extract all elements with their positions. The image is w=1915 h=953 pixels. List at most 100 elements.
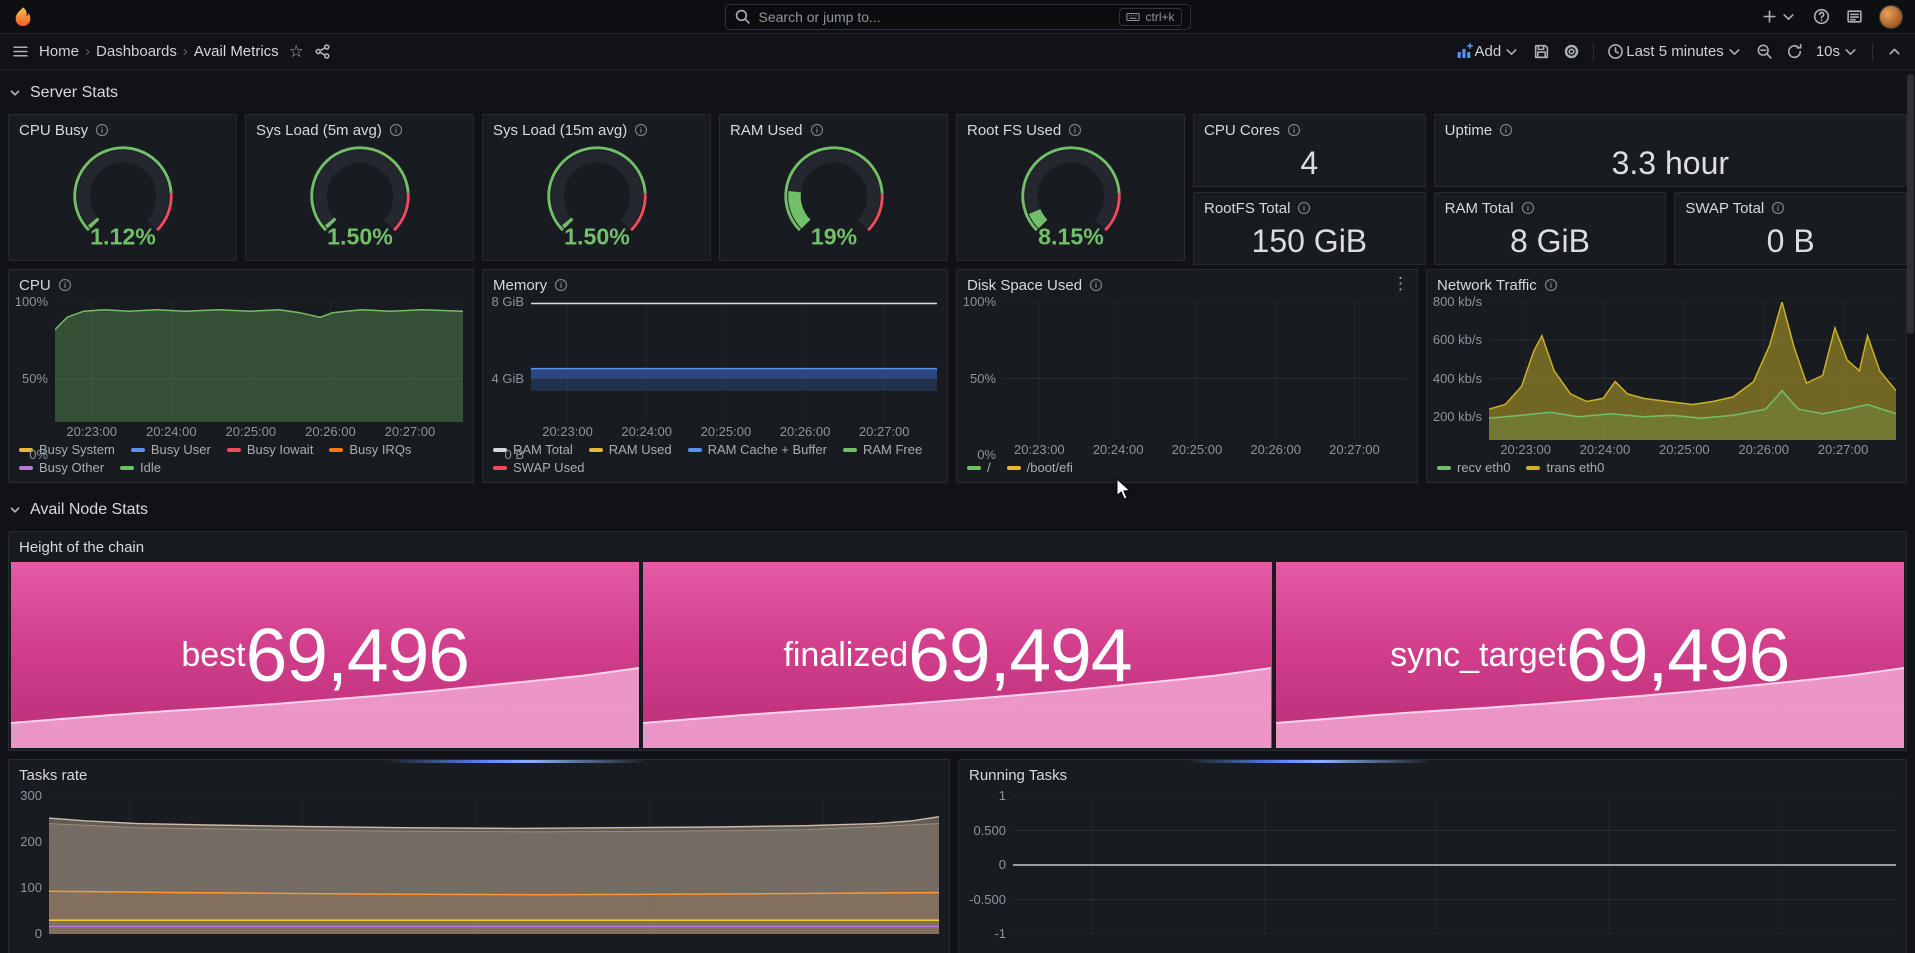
panel-title[interactable]: Uptime — [1445, 122, 1493, 139]
panel-title[interactable]: RootFS Total — [1204, 200, 1290, 217]
y-axis-label: 100% — [963, 294, 996, 309]
chain-stat-value: 69,496 — [1566, 612, 1789, 698]
panel-title[interactable]: Root FS Used — [967, 122, 1061, 139]
y-axis-label: 0 — [999, 857, 1006, 872]
info-icon[interactable] — [1068, 123, 1082, 137]
panel-title[interactable]: Running Tasks — [969, 767, 1067, 784]
favorite-star-icon[interactable]: ☆ — [289, 42, 304, 62]
info-icon[interactable] — [554, 278, 568, 292]
info-icon[interactable] — [95, 123, 109, 137]
collapse-toolbar-icon[interactable] — [1886, 43, 1903, 60]
legend-item[interactable]: /boot/efi — [1007, 460, 1073, 475]
legend-item[interactable]: Busy Iowait — [227, 442, 313, 457]
panel-title[interactable]: Height of the chain — [19, 539, 144, 556]
panel-title[interactable]: Disk Space Used — [967, 277, 1082, 294]
info-icon[interactable] — [1287, 123, 1301, 137]
x-axis-label: 20:26:00 — [1738, 442, 1789, 457]
save-dashboard-icon[interactable] — [1533, 43, 1550, 60]
legend-item[interactable]: Busy Other — [19, 460, 104, 475]
search-input[interactable] — [759, 9, 1112, 25]
user-avatar[interactable] — [1879, 5, 1903, 29]
info-icon[interactable] — [1544, 278, 1558, 292]
legend-item[interactable]: SWAP Used — [493, 460, 585, 475]
legend-item[interactable]: trans eth0 — [1526, 460, 1604, 475]
info-icon[interactable] — [389, 123, 403, 137]
y-axis-label: 4 GiB — [491, 371, 524, 386]
panel-title[interactable]: Sys Load (15m avg) — [493, 122, 627, 139]
panel-title[interactable]: CPU — [19, 277, 51, 294]
scrollbar-thumb[interactable] — [1907, 74, 1914, 334]
panel-title[interactable]: Memory — [493, 277, 547, 294]
panel-title[interactable]: Sys Load (5m avg) — [256, 122, 382, 139]
x-axis-label: 20:24:00 — [1580, 442, 1631, 457]
search-bar[interactable]: ctrl+k — [725, 4, 1191, 30]
grafana-logo-icon[interactable] — [12, 6, 34, 28]
panel-memory: Memory 8 GiB4 GiB0 B 20:23:0020:24:0020:… — [482, 269, 948, 483]
chart-legend: RAM TotalRAM UsedRAM Cache + BufferRAM F… — [483, 441, 947, 482]
legend-item[interactable]: Busy User — [131, 442, 211, 457]
breadcrumb-item[interactable]: Dashboards — [96, 43, 177, 60]
chevron-down-icon — [1503, 43, 1520, 60]
chevron-down-icon — [1842, 43, 1859, 60]
disk-chart[interactable] — [1003, 302, 1407, 440]
legend-item[interactable]: RAM Cache + Buffer — [688, 442, 827, 457]
chain-stat-label: finalized — [783, 636, 908, 675]
info-icon[interactable] — [1297, 201, 1311, 215]
panel-title[interactable]: CPU Busy — [19, 122, 88, 139]
clock-icon — [1607, 43, 1624, 60]
tasks-rate-chart[interactable] — [49, 796, 939, 934]
help-icon[interactable] — [1813, 8, 1830, 25]
root-fs-used-gauge: 8.15% — [995, 143, 1147, 253]
panel-title[interactable]: RAM Total — [1445, 200, 1514, 217]
chevron-down-icon — [8, 503, 22, 517]
refresh-icon[interactable] — [1786, 43, 1803, 60]
section-server-stats[interactable]: Server Stats — [8, 80, 1907, 106]
panel-title[interactable]: CPU Cores — [1204, 122, 1280, 139]
info-icon[interactable] — [1521, 201, 1535, 215]
chain-stat-label: best — [181, 636, 245, 675]
panel-menu-icon[interactable]: ⋮ — [1392, 275, 1409, 292]
info-icon[interactable] — [1089, 278, 1103, 292]
time-range-picker[interactable]: Last 5 minutes — [1607, 43, 1743, 60]
svg-text:8.15%: 8.15% — [1038, 223, 1104, 249]
chart-legend: Busy SystemBusy UserBusy IowaitBusy IRQs… — [9, 441, 473, 482]
y-axis-label: 50% — [22, 371, 48, 386]
network-chart[interactable] — [1489, 302, 1896, 440]
chain-stat-finalized: finalized 69,494 — [643, 562, 1271, 748]
info-icon[interactable] — [1771, 201, 1785, 215]
panel-title[interactable]: Network Traffic — [1437, 277, 1537, 294]
running-tasks-chart[interactable] — [1013, 796, 1896, 934]
new-menu-button[interactable] — [1761, 8, 1797, 25]
share-icon[interactable] — [314, 43, 331, 60]
breadcrumb-item[interactable]: Home — [39, 43, 79, 60]
x-axis-label: 20:25:00 — [1659, 442, 1710, 457]
info-icon[interactable] — [58, 278, 72, 292]
legend-item[interactable]: RAM Used — [589, 442, 672, 457]
cpu-chart[interactable] — [55, 302, 463, 422]
zoom-out-icon[interactable] — [1756, 43, 1773, 60]
breadcrumb-separator: › — [183, 43, 188, 60]
add-panel-button[interactable]: Add — [1456, 43, 1521, 60]
legend-item[interactable]: Idle — [120, 460, 161, 475]
info-icon[interactable] — [634, 123, 648, 137]
y-axis: 100%50%0% — [15, 302, 55, 422]
toolbar-divider — [1872, 43, 1873, 61]
panel-title[interactable]: Tasks rate — [19, 767, 87, 784]
legend-item[interactable]: / — [967, 460, 991, 475]
dashboard-settings-icon[interactable] — [1563, 43, 1580, 60]
refresh-interval-picker[interactable]: 10s — [1816, 43, 1859, 60]
menu-icon[interactable] — [12, 43, 29, 60]
panel-title[interactable]: RAM Used — [730, 122, 803, 139]
legend-item[interactable]: recv eth0 — [1437, 460, 1510, 475]
legend-item[interactable]: RAM Free — [843, 442, 922, 457]
section-title: Server Stats — [30, 84, 118, 102]
section-avail-node-stats[interactable]: Avail Node Stats — [8, 497, 1907, 523]
panel-title[interactable]: SWAP Total — [1685, 200, 1764, 217]
x-axis-label: 20:26:00 — [305, 424, 356, 439]
info-icon[interactable] — [810, 123, 824, 137]
memory-chart[interactable] — [531, 302, 937, 422]
info-icon[interactable] — [1499, 123, 1513, 137]
breadcrumb-item[interactable]: Avail Metrics — [194, 43, 279, 60]
news-icon[interactable] — [1846, 8, 1863, 25]
legend-item[interactable]: Busy IRQs — [329, 442, 411, 457]
